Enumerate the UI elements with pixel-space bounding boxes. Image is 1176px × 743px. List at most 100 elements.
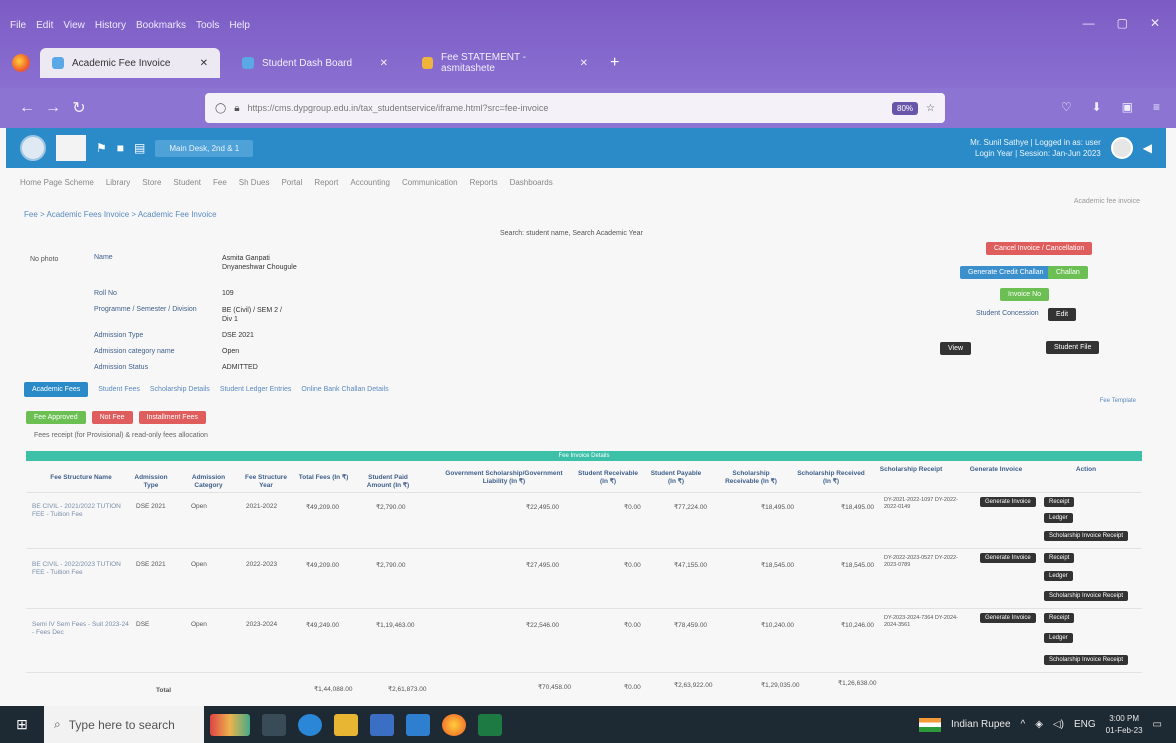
minimize-icon[interactable]: — [1083,16,1095,30]
installment-fees-button[interactable]: Installment Fees [138,411,206,424]
cancel-invoice-button[interactable]: Cancel Invoice / Cancellation [986,242,1093,255]
store-icon[interactable] [370,713,394,736]
back-icon[interactable]: ← [14,99,40,117]
tab-student-ledger[interactable]: Student Ledger Entries [220,386,292,393]
taskbar-widget-icon[interactable] [210,713,250,736]
extensions-icon[interactable]: ▣ [1122,100,1133,114]
cell-fee-structure[interactable]: BE CIVIL - 2021/2022 TUTION FEE - Tuitio… [32,503,132,519]
menu-help[interactable]: Help [229,20,250,31]
tab-close-icon[interactable]: ✕ [200,58,208,69]
maximize-icon[interactable]: ▢ [1117,16,1128,30]
edit-button[interactable]: Edit [1048,308,1077,321]
menu-bookmarks[interactable]: Bookmarks [136,20,186,31]
task-view-icon[interactable] [262,713,286,736]
generate-credit-challan-button[interactable]: Generate Credit Challan [960,266,1052,279]
not-fee-button[interactable]: Not Fee [91,411,133,424]
tab-scholarship-details[interactable]: Scholarship Details [150,386,210,393]
tab-student-dash-board[interactable]: Student Dash Board ✕ [230,48,400,78]
reload-icon[interactable]: ↻ [66,98,92,118]
receipt-button[interactable]: Receipt [1044,497,1075,507]
bookmark-star-icon[interactable]: ☆ [926,103,935,114]
ledger-button[interactable]: Ledger [1044,633,1073,643]
tab-close-icon[interactable]: ✕ [380,58,388,69]
ledger-button[interactable]: Ledger [1044,513,1073,523]
volume-icon[interactable]: ◁) [1053,719,1064,730]
excel-icon[interactable] [478,713,502,736]
th-student-payable: Student Payable (In ₹) [650,470,702,485]
new-tab-icon[interactable]: + [610,54,619,72]
breadcrumb[interactable]: Fee > Academic Fees Invoice > Academic F… [24,210,217,219]
tab-student-fees[interactable]: Student Fees [98,386,140,393]
topmenu-item[interactable]: Dashboards [510,178,553,187]
scholarship-receipt-button[interactable]: Scholarship Invoice Receipt [1044,531,1129,541]
cell-fee-structure[interactable]: BE CIVIL - 2022/2023 TUTION FEE - Tuitio… [32,561,132,577]
scholarship-receipt-button[interactable]: Scholarship Invoice Receipt [1044,655,1129,665]
topmenu-item[interactable]: Store [142,178,161,187]
menu-view[interactable]: View [63,20,85,31]
downloads-icon[interactable]: ⬇ [1092,100,1102,114]
receipt-button[interactable]: Receipt [1044,553,1075,563]
currency-widget[interactable]: Indian Rupee [951,719,1011,730]
topmenu-item[interactable]: Student [173,178,201,187]
chevron-up-icon[interactable]: ^ [1021,719,1026,730]
avatar[interactable] [1110,137,1133,159]
flag-icon[interactable]: ⚑ [96,141,107,155]
student-file-button[interactable]: Student File [1046,341,1100,354]
network-icon[interactable]: ◈ [1035,719,1043,730]
menu-hamburger-icon[interactable]: ≡ [1153,100,1160,114]
topmenu-item[interactable]: Library [106,178,130,187]
topmenu-item[interactable]: Accounting [350,178,390,187]
cell-fee-structure[interactable]: Semi IV Sem Fees - Suit 2023-24 - Fees D… [32,621,132,637]
edge-icon[interactable] [298,713,322,736]
topmenu-item[interactable]: Home Page Scheme [20,178,94,187]
topmenu-item[interactable]: Reports [470,178,498,187]
menu-tools[interactable]: Tools [196,20,219,31]
field-label-admission-type: Admission Type [94,332,144,339]
bell-icon[interactable]: ■ [117,141,124,155]
topmenu-item[interactable]: Portal [281,178,302,187]
windows-start-icon[interactable]: ⊞ [0,706,44,743]
receipt-button[interactable]: Receipt [1044,613,1075,623]
fee-template-link[interactable]: Fee Template [1100,398,1136,404]
session-selector[interactable]: Main Desk, 2nd & 1 [155,139,254,157]
menu-history[interactable]: History [95,20,126,31]
address-bar[interactable]: ◯ 🔒︎ https://cms.dypgroup.edu.in/tax_stu… [205,93,945,123]
tab-academic-fees[interactable]: Academic Fees [24,382,89,397]
topmenu-item[interactable]: Communication [402,178,458,187]
menu-edit[interactable]: Edit [36,20,53,31]
topmenu-item[interactable]: Report [314,178,338,187]
calendar-icon[interactable]: ▤ [134,141,145,155]
pocket-icon[interactable]: ♡ [1061,100,1072,114]
tab-fee-statement[interactable]: Fee STATEMENT - asmitashete ✕ [410,48,600,78]
close-icon[interactable]: ✕ [1150,16,1160,30]
mail-icon[interactable] [406,713,430,736]
generate-invoice-button[interactable]: Generate Invoice [980,553,1036,563]
invoice-no-button[interactable]: Invoice No [1000,288,1050,301]
firefox-icon[interactable] [442,713,466,736]
view-button[interactable]: View [940,342,972,355]
generate-invoice-button[interactable]: Generate Invoice [980,613,1036,623]
tab-close-icon[interactable]: ✕ [580,58,588,69]
clock[interactable]: 3:00 PM 01-Feb-23 [1106,713,1143,737]
taskbar-search[interactable]: ⌕ Type here to search [44,706,204,743]
language-indicator[interactable]: ENG [1074,719,1096,730]
notification-icon[interactable]: ▭ [1153,719,1162,730]
menu-file[interactable]: File [10,20,26,31]
generate-invoice-button[interactable]: Generate Invoice [980,497,1036,507]
fee-approved-button[interactable]: Fee Approved [26,411,86,424]
institution-banner [56,135,86,161]
fees-note: Fees receipt (for Provisional) & read-on… [34,432,208,439]
ledger-button[interactable]: Ledger [1044,571,1073,581]
zoom-level[interactable]: 80% [892,101,919,115]
forward-icon[interactable]: → [40,99,66,117]
tab-academic-fee-invoice[interactable]: Academic Fee Invoice ✕ [40,48,220,78]
topmenu-item[interactable]: Fee [213,178,227,187]
tab-favicon-icon [242,57,254,69]
challan-button[interactable]: Challan [1048,266,1088,279]
firefox-view-icon[interactable] [12,54,30,72]
scholarship-receipt-button[interactable]: Scholarship Invoice Receipt [1044,591,1129,601]
topmenu-item[interactable]: Sh Dues [239,178,270,187]
tab-online-bank-challan[interactable]: Online Bank Challan Details [301,386,388,393]
file-explorer-icon[interactable] [334,713,358,736]
logout-icon[interactable]: ◀ [1143,141,1152,155]
